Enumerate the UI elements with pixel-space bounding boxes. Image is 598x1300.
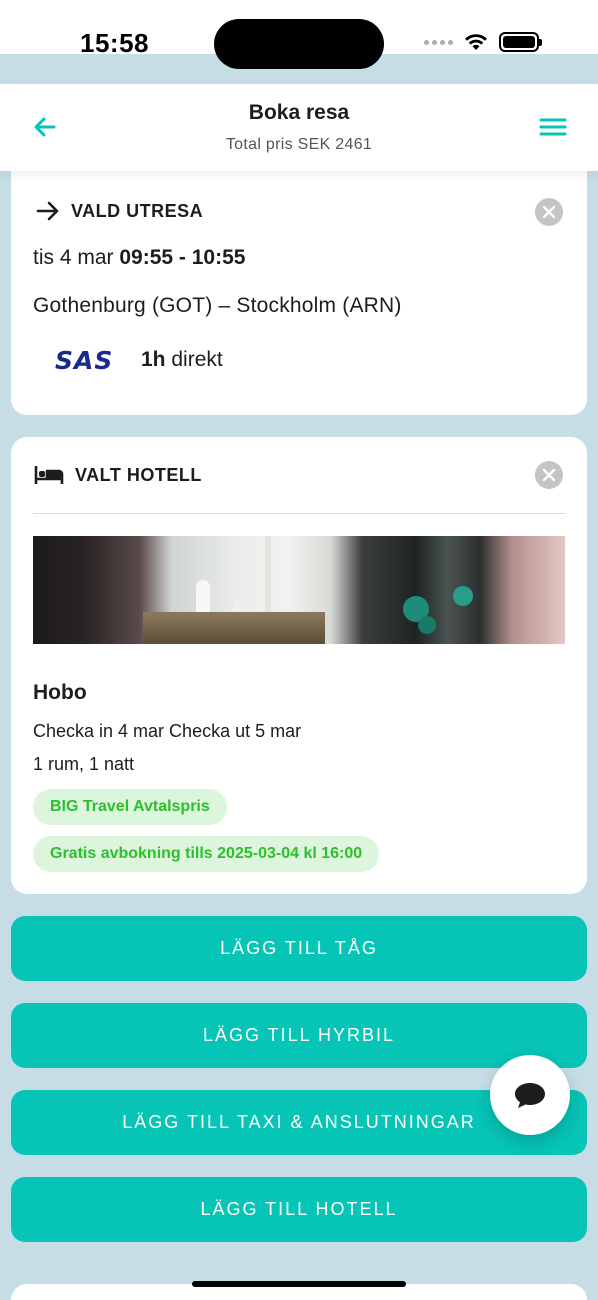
hotel-dates: Checka in 4 mar Checka ut 5 mar xyxy=(33,721,302,741)
home-indicator xyxy=(192,1281,406,1287)
arrow-right-icon xyxy=(36,201,59,221)
menu-button[interactable] xyxy=(536,110,570,144)
status-icons xyxy=(424,32,542,52)
hotel-rooms: 1 rum, 1 natt xyxy=(33,754,135,774)
airline-logo: SAS xyxy=(55,346,114,375)
status-time: 15:58 xyxy=(80,28,149,58)
remove-hotel-button[interactable] xyxy=(535,461,563,489)
flight-card-title: VALD UTRESA xyxy=(71,200,204,221)
flight-route: Gothenburg (GOT) – Stockholm (ARN) xyxy=(33,294,402,317)
chat-bubble-icon xyxy=(515,1083,545,1108)
hotel-card-heading: VALT HOTELL xyxy=(33,462,202,488)
hamburger-menu-icon xyxy=(539,118,567,136)
signal-icon xyxy=(424,39,453,45)
page-title: Boka resa xyxy=(248,101,350,124)
bed-icon xyxy=(34,466,64,484)
selected-flight-card: VALD UTRESA tis 4 mar 09:55 - 10:55 Goth… xyxy=(11,160,587,415)
flight-date: tis 4 mar 09:55 - 10:55 xyxy=(33,246,245,270)
add-rental-car-button[interactable]: LÄGG TILL HYRBIL xyxy=(11,1003,587,1068)
flight-type: direkt xyxy=(171,348,223,371)
hotel-card-title: VALT HOTELL xyxy=(75,464,202,485)
chat-button[interactable] xyxy=(490,1055,570,1135)
wifi-icon xyxy=(465,34,487,50)
divider xyxy=(33,513,565,514)
close-icon xyxy=(542,205,556,219)
flight-duration: 1h direkt xyxy=(141,348,223,372)
battery-icon xyxy=(499,32,542,52)
free-cancellation-badge: Gratis avbokning tills 2025-03-04 kl 16:… xyxy=(33,836,380,872)
flight-day: tis 4 mar xyxy=(33,246,114,269)
status-bar: 15:58 xyxy=(0,0,598,69)
add-hotel-button[interactable]: LÄGG TILL HOTELL xyxy=(11,1177,587,1242)
remove-flight-button[interactable] xyxy=(535,198,563,226)
agreement-price-badge: BIG Travel Avtalspris xyxy=(33,789,227,825)
close-icon xyxy=(542,468,556,482)
total-price: Total pris SEK 2461 xyxy=(225,136,373,153)
dynamic-island xyxy=(214,19,384,69)
flight-time-range: 09:55 - 10:55 xyxy=(119,246,246,269)
selected-hotel-card: VALT HOTELL Hobo Checka in 4 mar Checka … xyxy=(11,437,587,894)
hotel-image xyxy=(33,536,565,644)
app-header: Boka resa Total pris SEK 2461 xyxy=(0,84,598,171)
flight-duration-value: 1h xyxy=(141,348,166,371)
flight-card-heading: VALD UTRESA xyxy=(35,198,203,224)
hotel-name: Hobo xyxy=(33,681,87,704)
add-train-button[interactable]: LÄGG TILL TÅG xyxy=(11,916,587,981)
